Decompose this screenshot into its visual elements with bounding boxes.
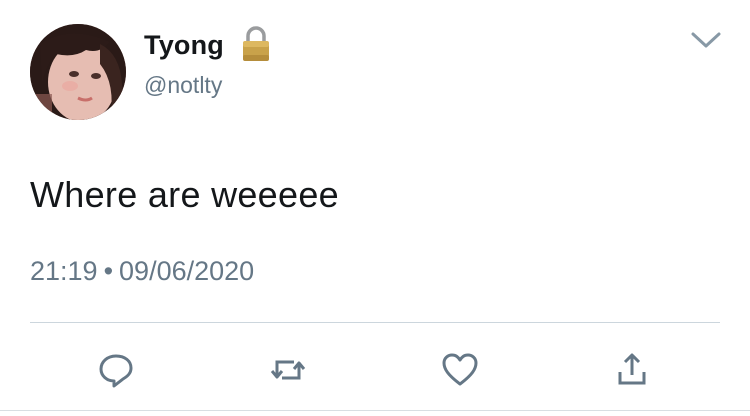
reply-button[interactable] [96, 350, 136, 390]
user-handle[interactable]: @notlty [144, 72, 222, 99]
bottom-divider [0, 410, 750, 411]
display-name[interactable]: Tyong [144, 30, 224, 61]
tweet-text: Where are weeeee [30, 174, 339, 215]
share-button[interactable] [612, 350, 652, 390]
meta-separator: • [103, 256, 114, 286]
tweet-date: 09/06/2020 [119, 256, 255, 286]
retweet-button[interactable] [268, 350, 308, 390]
tweet-card: Tyong @notlty Where are weeeee 21:19 • 09/… [0, 0, 750, 416]
reply-icon [99, 354, 133, 388]
avatar[interactable] [30, 24, 126, 120]
avatar-photo [30, 24, 126, 120]
retweet-icon [270, 360, 306, 380]
lock-icon [240, 26, 272, 62]
heart-icon [442, 353, 478, 386]
divider [30, 322, 720, 323]
share-icon [618, 353, 646, 385]
like-button[interactable] [440, 350, 480, 390]
tweet-timestamp[interactable]: 21:19 • 09/06/2020 [30, 256, 254, 287]
tweet-time: 21:19 [30, 256, 98, 286]
chevron-down-icon[interactable] [690, 30, 722, 50]
